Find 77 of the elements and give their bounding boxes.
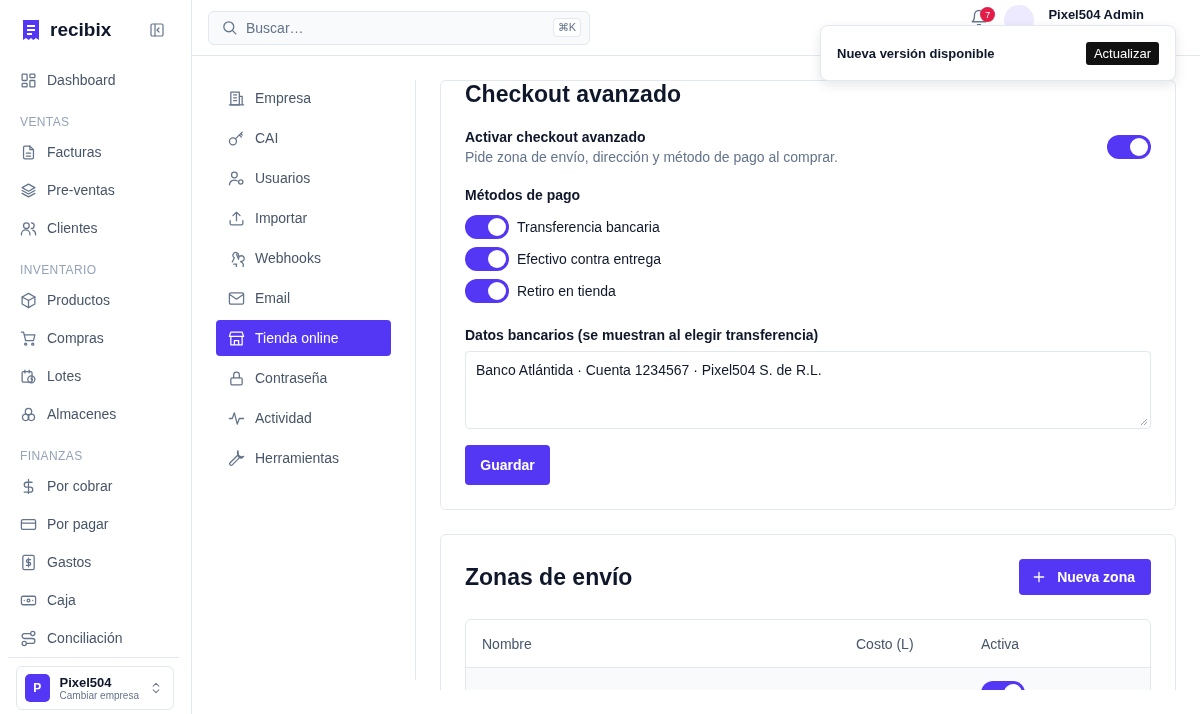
- envelope-icon: [228, 289, 245, 307]
- package-icon: [20, 291, 37, 309]
- section-heading: FINANZAS: [19, 448, 84, 465]
- settings-nav-item[interactable]: Tienda online: [216, 320, 391, 356]
- bank-details-field[interactable]: Banco Atlántida · Cuenta 1234567 · Pixel504 S. de R.L.: [465, 351, 1151, 429]
- section-title: Checkout avanzado: [465, 81, 682, 107]
- search-field[interactable]: Buscar… ⌘K: [208, 10, 590, 45]
- save-button[interactable]: Guardar: [465, 445, 550, 485]
- route-icon: [20, 629, 37, 647]
- workspace-switcher[interactable]: P Pixel504 Cambiar empresa: [16, 666, 174, 710]
- resize-grip-icon: [1140, 418, 1148, 426]
- payment-method-label: Efectivo contra entrega: [517, 251, 661, 267]
- activity-icon: [228, 409, 245, 427]
- receipt-icon: [20, 553, 37, 571]
- shortcut-hint: ⌘K: [552, 18, 581, 37]
- workspace-avatar: P: [25, 674, 50, 702]
- sidebar-item[interactable]: Gastos: [12, 543, 183, 581]
- sidebar-item[interactable]: Caja: [12, 581, 183, 619]
- collapse-sidebar-button[interactable]: [149, 22, 165, 38]
- building-icon: [228, 89, 245, 107]
- search-icon: [221, 19, 238, 36]
- toggle-switch[interactable]: [465, 247, 509, 271]
- cubes-icon: [20, 405, 37, 423]
- panel-toggle-icon: [149, 22, 165, 38]
- sidebar-item[interactable]: Compras: [12, 319, 183, 357]
- workspace-action: Cambiar empresa: [59, 690, 139, 701]
- payment-method-label: Retiro en tienda: [517, 283, 616, 299]
- workspace-name: Pixel504: [59, 675, 113, 690]
- sidebar-item[interactable]: Por pagar: [12, 505, 183, 543]
- layers-icon: [20, 181, 37, 199]
- toggle-switch[interactable]: [465, 215, 509, 239]
- settings-nav-item[interactable]: Empresa: [216, 80, 391, 116]
- sidebar-item[interactable]: Almacenes: [12, 395, 183, 433]
- users-icon: [20, 219, 37, 237]
- new-zone-button[interactable]: Nueva zona: [1019, 559, 1151, 595]
- settings-nav-item[interactable]: Herramientas: [216, 440, 391, 476]
- toast-message: Nueva versión disponible: [837, 45, 995, 61]
- lock-icon: [228, 369, 245, 387]
- settings-nav-item[interactable]: Actividad: [216, 400, 391, 436]
- section-title: Zonas de envío: [465, 564, 633, 590]
- section-heading: VENTAS: [19, 114, 71, 131]
- notification-badge: 7: [980, 7, 996, 22]
- sidebar-item[interactable]: Lotes: [12, 357, 183, 395]
- sidebar-item[interactable]: Clientes: [12, 209, 183, 247]
- settings-nav-item[interactable]: Email: [216, 280, 391, 316]
- brand-name: recibix: [50, 19, 112, 41]
- update-button[interactable]: Actualizar: [1085, 41, 1159, 65]
- sidebar-item[interactable]: Por cobrar: [12, 467, 183, 505]
- sidebar-item[interactable]: Dashboard: [12, 61, 183, 99]
- cart-icon: [20, 329, 37, 347]
- wrench-icon: [228, 449, 245, 467]
- toggle-switch[interactable]: [1107, 135, 1151, 159]
- section-heading: INVENTARIO: [19, 262, 98, 279]
- settings-nav-item[interactable]: Usuarios: [216, 160, 391, 196]
- upload-icon: [228, 209, 245, 227]
- user-gear-icon: [228, 169, 245, 187]
- logo-icon: [22, 19, 40, 41]
- settings-nav-item[interactable]: Contraseña: [216, 360, 391, 396]
- setting-label: Activar checkout avanzado: [465, 129, 647, 145]
- field-label: Datos bancarios (se muestran al elegir transferencia): [465, 327, 820, 343]
- field-label: Métodos de pago: [465, 187, 582, 203]
- settings-nav-item[interactable]: Webhooks: [216, 240, 391, 276]
- user-name: Pixel504 Admin: [1048, 7, 1144, 22]
- sidebar-item[interactable]: Conciliación: [12, 619, 183, 657]
- store-icon: [228, 329, 245, 347]
- sidebar-item[interactable]: Facturas: [12, 133, 183, 171]
- sidebar-item[interactable]: Pre-ventas: [12, 171, 183, 209]
- document-icon: [20, 143, 37, 161]
- dashboard-icon: [20, 71, 37, 89]
- settings-nav-item[interactable]: Importar: [216, 200, 391, 236]
- key-icon: [228, 129, 245, 147]
- sidebar-item[interactable]: Productos: [12, 281, 183, 319]
- payment-method-label: Transferencia bancaria: [517, 219, 660, 235]
- settings-nav-item[interactable]: CAI: [216, 120, 391, 156]
- toggle-switch[interactable]: [465, 279, 509, 303]
- setting-description: Pide zona de envío, dirección y método de pago al comprar.: [465, 149, 838, 165]
- calendar-clock-icon: [20, 367, 37, 385]
